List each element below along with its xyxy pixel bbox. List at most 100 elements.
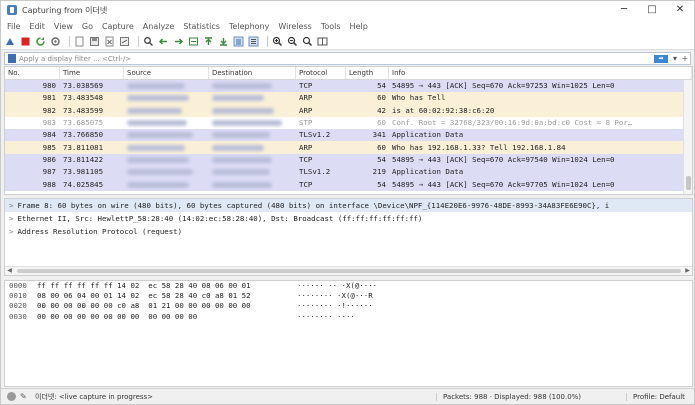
column-header-source[interactable]: Source	[124, 67, 209, 79]
packet-source	[124, 166, 209, 178]
expand-arrow-icon[interactable]: >	[9, 227, 13, 236]
packet-source	[124, 179, 209, 191]
zoom-normal-icon[interactable]	[302, 36, 313, 47]
column-header-destination[interactable]: Destination	[209, 67, 296, 79]
packet-row[interactable]: 981 73.483548 ARP 60 Who has Tell	[5, 92, 692, 105]
toolbar-separator	[69, 35, 70, 47]
menu-capture[interactable]: Capture	[102, 22, 134, 31]
detail-arp-text: Address Resolution Protocol (request)	[17, 227, 183, 236]
packet-row[interactable]: 983 73.685075 STP 60 Conf. Root = 32768/323/…	[5, 116, 692, 130]
packet-no: 981	[42, 93, 56, 103]
packet-row[interactable]: 986 73.811422 TCP 54 54895 → 443 [ACK] Seq=6…	[5, 153, 692, 167]
add-filter-button[interactable]: +	[680, 54, 690, 63]
stop-icon[interactable]	[20, 36, 31, 47]
packet-count-status: Packets: 988 · Displayed: 988 (100.0%)	[436, 392, 626, 401]
packet-row[interactable]: 982 73.483599 ARP 42 is at 60:02:92:38:c6:2…	[5, 104, 692, 117]
last-icon[interactable]	[218, 36, 229, 47]
redacted-address	[127, 95, 189, 102]
minimize-button[interactable]: ─	[610, 1, 638, 19]
forward-icon[interactable]	[173, 36, 184, 47]
menu-edit[interactable]: Edit	[29, 22, 45, 31]
close-file-icon[interactable]	[104, 36, 115, 47]
bytes-offset: 0010	[9, 291, 27, 301]
column-header-info[interactable]: Info	[389, 67, 692, 79]
bytes-row: 0000 ff ff ff ff ff ff 14 02 ec 58 28 40 …	[5, 281, 692, 291]
reload-icon[interactable]	[119, 36, 130, 47]
bytes-ascii[interactable]: ········ ·!······	[297, 301, 692, 311]
zoom-in-icon[interactable]	[272, 36, 283, 47]
packet-source	[124, 129, 209, 141]
details-horizontal-scrollbar[interactable]: ◀ ▶	[5, 266, 692, 275]
column-header-protocol[interactable]: Protocol	[296, 67, 346, 79]
detail-frame-row[interactable]: > Frame 8: 60 bytes on wire (480 bits), 6…	[5, 199, 692, 212]
menu-help[interactable]: Help	[350, 22, 368, 31]
shark-fin-icon[interactable]	[5, 36, 16, 47]
colorize-icon[interactable]	[248, 36, 259, 47]
display-filter-input[interactable]: Apply a display filter ... <Ctrl-/>	[19, 55, 654, 63]
bytes-ascii[interactable]: ········ ····	[297, 312, 692, 322]
maximize-button[interactable]: □	[638, 1, 666, 19]
resize-columns-icon[interactable]	[317, 36, 328, 47]
go-to-icon[interactable]	[188, 36, 199, 47]
scroll-right-icon[interactable]: ▶	[683, 267, 692, 275]
menu-file[interactable]: File	[7, 22, 20, 31]
packet-protocol: ARP	[299, 142, 313, 152]
redacted-address	[127, 83, 185, 90]
autoscroll-icon[interactable]	[233, 36, 244, 47]
wireshark-app-icon	[7, 5, 17, 15]
menu-wireless[interactable]: Wireless	[278, 22, 311, 31]
filter-bookmark-icon[interactable]	[8, 54, 16, 63]
menu-telephony[interactable]: Telephony	[229, 22, 269, 31]
packet-source	[124, 92, 209, 104]
capture-comment-icon[interactable]: ✎	[20, 392, 30, 401]
column-header-no[interactable]: No.	[5, 67, 60, 79]
main-toolbar	[1, 33, 694, 50]
restart-icon[interactable]	[35, 36, 46, 47]
packet-row[interactable]: 984 73.766850 TLSv1.2 341 Application Data	[5, 129, 692, 142]
save-icon[interactable]	[89, 36, 100, 47]
open-icon[interactable]	[74, 36, 85, 47]
toolbar-separator	[138, 35, 139, 47]
menu-analyze[interactable]: Analyze	[143, 22, 175, 31]
redacted-address	[212, 132, 270, 139]
packet-row[interactable]: 987 73.981105 TLSv1.2 219 Application Data	[5, 166, 692, 179]
bytes-hex[interactable]: 00 00 00 00 00 00 c0 a8 01 21 00 00 00 0…	[37, 301, 297, 311]
expert-info-icon[interactable]	[7, 392, 16, 401]
packet-length: 54	[377, 179, 386, 189]
scroll-left-icon[interactable]: ◀	[5, 267, 14, 275]
bytes-ascii[interactable]: ········ ·X(@···R	[297, 291, 692, 301]
bytes-ascii[interactable]: ······ ·· ·X(@····	[297, 281, 692, 291]
expand-arrow-icon[interactable]: >	[9, 214, 13, 223]
bytes-offset: 0030	[9, 311, 27, 321]
bytes-hex[interactable]: ff ff ff ff ff ff 14 02 ec 58 28 40 08 0…	[37, 281, 297, 291]
close-button[interactable]: ✕	[666, 1, 694, 19]
apply-filter-button[interactable]: ➡	[654, 54, 668, 63]
scrollbar-thumb[interactable]	[686, 176, 691, 190]
menu-statistics[interactable]: Statistics	[183, 22, 220, 31]
find-icon[interactable]	[143, 36, 154, 47]
redacted-address	[212, 95, 264, 102]
profile-status[interactable]: Profile: Default	[626, 392, 694, 401]
expand-arrow-icon[interactable]: >	[9, 201, 13, 210]
packet-row[interactable]: 980 73.038569 TCP 54 54895 → 443 [ACK] Seq=6…	[5, 80, 692, 93]
scrollbar-thumb[interactable]	[17, 269, 681, 273]
detail-ethernet-row[interactable]: > Ethernet II, Src: HewlettP_58:28:40 (14…	[5, 212, 692, 225]
menu-go[interactable]: Go	[82, 22, 93, 31]
bytes-hex[interactable]: 00 00 00 00 00 00 00 00 00 00 00 00	[37, 312, 297, 322]
packet-list-scrollbar[interactable]	[683, 80, 692, 194]
menu-tools[interactable]: Tools	[321, 22, 341, 31]
redacted-address	[127, 132, 193, 139]
options-icon[interactable]	[50, 36, 61, 47]
menu-view[interactable]: View	[54, 22, 73, 31]
back-icon[interactable]	[158, 36, 169, 47]
packet-row[interactable]: 988 74.025845 TCP 54 54895 → 443 [ACK] Seq=6…	[5, 178, 692, 191]
zoom-out-icon[interactable]	[287, 36, 298, 47]
column-header-length[interactable]: Length	[346, 67, 389, 79]
packet-row[interactable]: 985 73.811081 ARP 60 Who has 192.168.1.33? T…	[5, 141, 692, 154]
first-icon[interactable]	[203, 36, 214, 47]
bytes-hex[interactable]: 08 00 06 04 00 01 14 02 ec 58 28 40 c0 a…	[37, 291, 297, 301]
column-header-time[interactable]: Time	[60, 67, 124, 79]
packet-source	[124, 105, 209, 117]
detail-arp-row[interactable]: > Address Resolution Protocol (request)	[5, 225, 692, 238]
filter-history-dropdown[interactable]: ▾	[670, 54, 680, 63]
